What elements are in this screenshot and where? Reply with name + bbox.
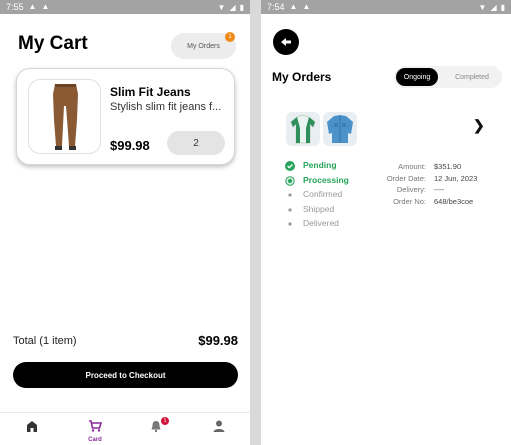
bottom-nav: Card — [0, 412, 250, 445]
progress-step: Processing — [285, 175, 349, 190]
detail-value: ---- — [434, 185, 444, 194]
notification-icon: ▲ — [41, 2, 50, 11]
wifi-icon: ▼ — [478, 2, 487, 12]
step-label: Shipped — [303, 203, 335, 214]
step-label: Processing — [303, 174, 349, 185]
nav-cart-label: Card — [88, 437, 102, 443]
progress-step: Delivered — [285, 218, 349, 233]
step-label: Delivered — [303, 218, 339, 228]
nav-profile[interactable] — [204, 419, 234, 438]
page-title: My Cart — [18, 33, 88, 54]
page-title: My Orders — [272, 70, 332, 84]
signal-icon: ◢ — [229, 2, 236, 12]
detail-row: Order No: 648/be3coe — [372, 197, 482, 209]
order-progress: Pending Processing Confirmed Shipped Del… — [285, 160, 349, 233]
orders-screen: 7:54 ▲ ▲ ▼ ◢ ▮ My Orders Ongoing Complet… — [261, 0, 511, 445]
nav-cart[interactable]: Card — [80, 419, 110, 443]
step-label: Confirmed — [303, 189, 343, 199]
detail-value: 648/be3coe — [434, 196, 474, 206]
nav-home[interactable] — [17, 419, 47, 438]
cart-item-card[interactable]: Slim Fit Jeans Stylish slim fit jeans f.… — [16, 68, 235, 165]
progress-step: Confirmed — [285, 189, 349, 204]
product-image — [28, 79, 101, 154]
order-item-image — [323, 112, 357, 146]
detail-row: Order Date: 12 Jun, 2023 — [372, 174, 482, 186]
bullet-icon — [285, 205, 295, 215]
bullet-icon — [285, 190, 295, 200]
total-label: Total (1 item) — [13, 335, 77, 347]
detail-key: Delivery: — [396, 185, 426, 194]
progress-step: Pending — [285, 160, 349, 175]
quantity-stepper[interactable]: 2 — [167, 131, 225, 155]
notification-badge: 1 — [161, 417, 169, 425]
battery-icon: ▮ — [500, 2, 505, 12]
tab-completed[interactable]: Completed — [444, 68, 500, 86]
order-details: Amount: $351.90 Order Date: 12 Jun, 2023… — [372, 162, 482, 208]
product-name: Slim Fit Jeans — [110, 85, 191, 99]
check-circle-icon — [285, 161, 295, 171]
notification-icon: ▲ — [289, 2, 298, 11]
total-value: $99.98 — [198, 333, 238, 348]
order-status-tabs: Ongoing Completed — [394, 66, 502, 88]
notification-icon: ▲ — [302, 2, 311, 11]
cart-icon — [89, 420, 103, 432]
radio-dot-icon — [285, 175, 295, 186]
battery-icon: ▮ — [239, 2, 244, 12]
home-icon — [27, 421, 37, 432]
notification-icon: ▲ — [28, 2, 37, 11]
step-label: Pending — [303, 160, 337, 170]
wifi-icon: ▼ — [217, 2, 226, 12]
detail-row: Amount: $351.90 — [372, 162, 482, 174]
back-button[interactable] — [273, 29, 299, 55]
checkout-button[interactable]: Proceed to Checkout — [13, 362, 238, 388]
detail-key: Amount: — [398, 162, 426, 171]
cart-screen: 7:55 ▲ ▲ ▼ ◢ ▮ My Cart My Orders 1 Slim … — [0, 0, 250, 445]
chevron-right-icon[interactable]: ❯ — [473, 117, 485, 134]
order-item-image — [286, 112, 320, 146]
product-price: $99.98 — [110, 138, 150, 153]
detail-row: Delivery: ---- — [372, 185, 482, 197]
status-bar: 7:54 ▲ ▲ ▼ ◢ ▮ — [261, 0, 511, 14]
detail-key: Order Date: — [386, 173, 426, 183]
orders-count-badge: 1 — [225, 32, 235, 42]
detail-value: 12 Jun, 2023 — [434, 173, 478, 183]
bullet-icon — [285, 219, 295, 229]
status-time: 7:55 — [6, 2, 24, 12]
status-bar: 7:55 ▲ ▲ ▼ ◢ ▮ — [0, 0, 250, 14]
status-time: 7:54 — [267, 2, 285, 12]
profile-icon — [213, 420, 225, 432]
signal-icon: ◢ — [490, 2, 497, 12]
detail-value: $351.90 — [434, 162, 462, 171]
progress-step: Shipped — [285, 204, 349, 219]
back-arrow-icon — [281, 38, 291, 46]
product-description: Stylish slim fit jeans f... — [110, 101, 222, 113]
tab-ongoing[interactable]: Ongoing — [396, 68, 438, 86]
detail-key: Order No: — [393, 196, 426, 206]
